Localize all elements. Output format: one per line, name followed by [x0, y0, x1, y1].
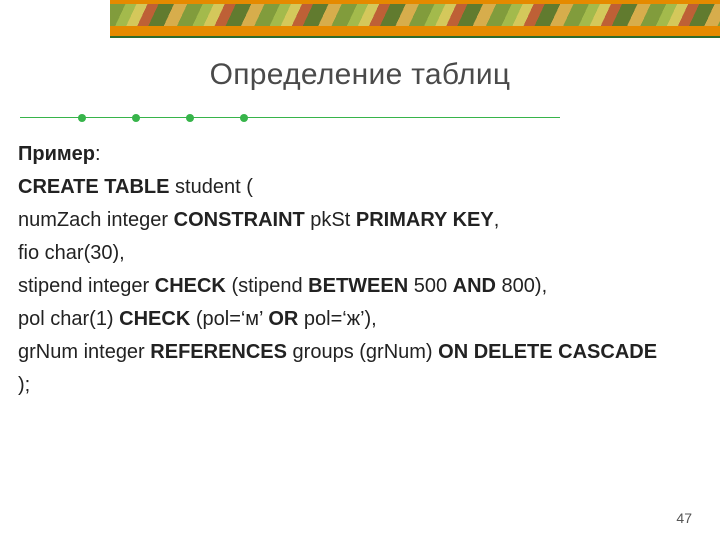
divider-bead	[78, 114, 86, 122]
kw-between: BETWEEN	[308, 275, 408, 297]
example-line: Пример:	[18, 140, 698, 169]
code-line: numZach integer CONSTRAINT pkSt PRIMARY …	[18, 206, 698, 235]
code-text: pol char(1)	[18, 308, 119, 330]
divider-line	[20, 117, 560, 118]
example-label: Пример	[18, 143, 95, 165]
band-orange-bottom	[110, 26, 720, 36]
code-line: CREATE TABLE student (	[18, 173, 698, 202]
code-text: numZach integer	[18, 209, 174, 231]
code-line: fio char(30),	[18, 239, 698, 268]
code-text: pkSt	[305, 209, 356, 231]
code-line: stipend integer CHECK (stipend BETWEEN 5…	[18, 272, 698, 301]
band-photo-strip	[110, 4, 720, 26]
kw-check: CHECK	[155, 275, 226, 297]
band-green-line	[110, 36, 720, 38]
code-line: grNum integer REFERENCES groups (grNum) …	[18, 338, 698, 367]
code-line: );	[18, 371, 698, 400]
kw-constraint: CONSTRAINT	[174, 209, 305, 231]
code-text: (stipend	[226, 275, 308, 297]
kw-create-table: CREATE TABLE	[18, 176, 169, 198]
code-text: 800),	[496, 275, 547, 297]
kw-check: CHECK	[119, 308, 190, 330]
page-number: 47	[676, 510, 692, 526]
kw-and: AND	[453, 275, 496, 297]
kw-or: OR	[268, 308, 298, 330]
code-text: 500	[408, 275, 452, 297]
slide-title: Определение таблиц	[0, 58, 720, 92]
kw-on-delete-cascade: ON DELETE CASCADE	[438, 341, 657, 363]
code-line: pol char(1) CHECK (pol=‘м’ OR pol=‘ж’),	[18, 305, 698, 334]
title-divider	[20, 112, 560, 124]
kw-primary-key: PRIMARY KEY	[356, 209, 494, 231]
divider-bead	[132, 114, 140, 122]
code-text: ,	[494, 209, 500, 231]
divider-bead	[240, 114, 248, 122]
code-text: pol=‘ж’),	[298, 308, 376, 330]
code-text: student (	[169, 176, 252, 198]
slide-body: Пример: CREATE TABLE student ( numZach i…	[18, 140, 698, 404]
code-text: stipend integer	[18, 275, 155, 297]
header-band	[110, 0, 720, 36]
code-text: grNum integer	[18, 341, 150, 363]
code-text: (pol=‘м’	[190, 308, 268, 330]
divider-bead	[186, 114, 194, 122]
code-text: groups (grNum)	[287, 341, 438, 363]
kw-references: REFERENCES	[150, 341, 287, 363]
